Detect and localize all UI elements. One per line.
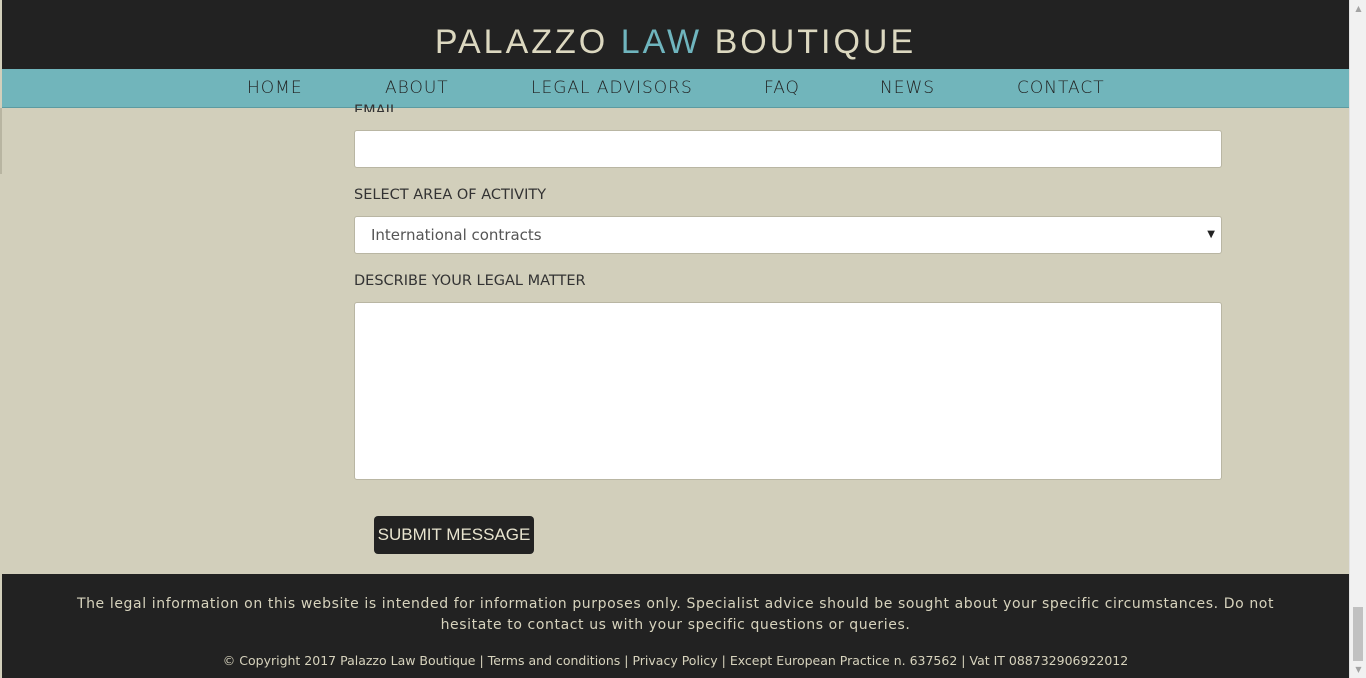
terms-link[interactable]: Terms and conditions [488, 653, 621, 668]
area-of-activity-select[interactable]: International contracts ▼ [354, 216, 1222, 254]
nav-item-faq[interactable]: FAQ [764, 69, 800, 107]
caret-down-icon: ▼ [1207, 229, 1215, 240]
area-of-activity-label: SELECT AREA OF ACTIVITY [354, 187, 547, 203]
side-edge-mark [0, 108, 2, 174]
nav-item-news[interactable]: NEWS [880, 69, 935, 107]
separator: | [479, 653, 484, 668]
area-of-activity-selected: International contracts [371, 226, 542, 244]
nav-item-contact[interactable]: CONTACT [1017, 69, 1105, 107]
submit-message-button[interactable]: SUBMIT MESSAGE [374, 516, 534, 554]
email-label: EMAIL [354, 103, 398, 112]
brand-part-2: LAW [620, 23, 703, 61]
vat-number: Vat IT 088732906922012 [969, 653, 1129, 668]
legal-matter-textarea[interactable] [354, 302, 1222, 480]
legal-disclaimer: The legal information on this website is… [76, 596, 1275, 633]
brand-part-3: BOUTIQUE [714, 23, 917, 61]
site-header: PALAZZO LAW BOUTIQUE [2, 0, 1349, 69]
main-nav: HOME ABOUT LEGAL ADVISORS FAQ NEWS CONTA… [2, 69, 1349, 108]
page-scrollbar[interactable]: ▲ ▼ [1349, 0, 1366, 678]
site-footer: The legal information on this website is… [2, 574, 1349, 678]
scroll-down-icon[interactable]: ▼ [1350, 661, 1366, 678]
separator: | [961, 653, 966, 668]
nav-item-home[interactable]: HOME [247, 69, 303, 107]
practice-number: Except European Practice n. 637562 [729, 653, 958, 668]
email-field[interactable] [354, 130, 1222, 168]
copyright-text: © Copyright 2017 Palazzo Law Boutique [222, 653, 476, 668]
scroll-up-icon[interactable]: ▲ [1350, 0, 1366, 17]
separator: | [721, 653, 726, 668]
site-logo[interactable]: PALAZZO LAW BOUTIQUE [2, 22, 1349, 62]
legal-matter-label: DESCRIBE YOUR LEGAL MATTER [354, 273, 586, 289]
brand-part-1: PALAZZO [434, 23, 609, 61]
footer-legal-line: © Copyright 2017 Palazzo Law Boutique | … [2, 653, 1349, 668]
separator: | [624, 653, 629, 668]
nav-item-legal-advisors[interactable]: LEGAL ADVISORS [531, 69, 693, 107]
privacy-link[interactable]: Privacy Policy [632, 653, 717, 668]
scrollbar-thumb[interactable] [1353, 607, 1363, 661]
